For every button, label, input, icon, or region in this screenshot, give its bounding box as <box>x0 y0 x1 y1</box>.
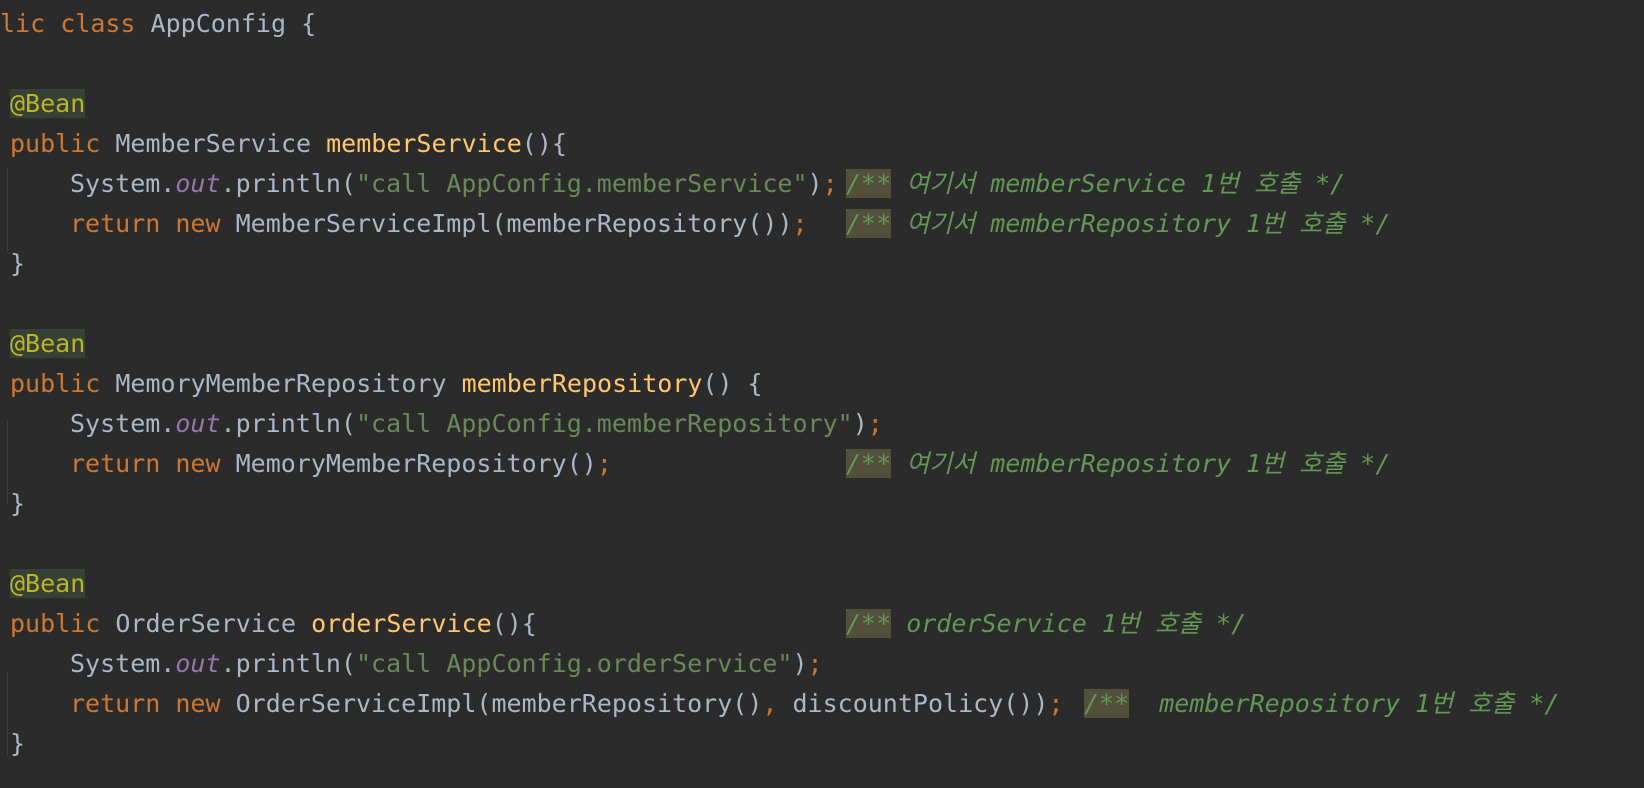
semicolon: ; <box>822 169 838 198</box>
semicolon: ; <box>867 409 883 438</box>
code-line-annotation[interactable]: @Bean <box>10 563 86 605</box>
method-name: orderService <box>311 609 492 638</box>
indent-guide <box>7 672 8 756</box>
paren: ) <box>807 169 823 198</box>
system-ref: System. <box>70 169 176 198</box>
keyword: new <box>175 689 221 718</box>
keyword: return <box>70 689 161 718</box>
method-name: memberService <box>326 129 522 158</box>
code-line-comment[interactable]: /** 여기서 memberService 1번 호출 */ <box>846 163 1345 205</box>
string-literal: "call AppConfig.memberService" <box>355 169 808 198</box>
keyword: public <box>10 129 101 158</box>
expression: MemberServiceImpl(memberRepository()) <box>235 209 793 238</box>
type-name: MemoryMemberRepository <box>115 369 447 398</box>
system-ref: System. <box>70 649 176 678</box>
expression: MemoryMemberRepository() <box>235 449 597 478</box>
annotation: @Bean <box>10 89 86 118</box>
static-field: out <box>175 169 221 198</box>
comment-text: 여기서 memberRepository 1번 호출 */ <box>891 209 1391 238</box>
static-field: out <box>175 409 221 438</box>
expression: discountPolicy()) <box>777 689 1049 718</box>
paren: ) <box>852 409 868 438</box>
comment-text: orderService 1번 호출 */ <box>891 609 1247 638</box>
annotation: @Bean <box>10 329 86 358</box>
paren-brace: (){ <box>521 129 567 158</box>
keyword: new <box>175 209 221 238</box>
keyword: lic <box>0 9 46 38</box>
static-field: out <box>175 649 221 678</box>
code-line-method-signature[interactable]: public OrderService orderService(){ <box>10 603 537 645</box>
code-line-println[interactable]: System.out.println("call AppConfig.membe… <box>70 403 883 445</box>
code-line-comment[interactable]: /** 여기서 memberRepository 1번 호출 */ <box>846 443 1390 485</box>
class-name: AppConfig <box>150 9 287 38</box>
code-line-annotation[interactable]: @Bean <box>10 83 86 125</box>
code-line-close-brace[interactable]: } <box>10 723 25 765</box>
code-line-return[interactable]: return new OrderServiceImpl(memberReposi… <box>70 683 1063 725</box>
string-literal: "call AppConfig.orderService" <box>355 649 793 678</box>
brace: } <box>10 729 26 758</box>
comment-text: 여기서 memberRepository 1번 호출 */ <box>891 449 1391 478</box>
semicolon: ; <box>1048 689 1064 718</box>
expression: OrderServiceImpl(memberRepository() <box>235 689 763 718</box>
system-ref: System. <box>70 409 176 438</box>
method-call: .println( <box>220 169 356 198</box>
indent-guide <box>7 420 8 504</box>
semicolon: ; <box>596 449 612 478</box>
code-line-println[interactable]: System.out.println("call AppConfig.order… <box>70 643 823 685</box>
code-line-close-brace[interactable]: } <box>10 483 25 525</box>
paren-brace: () { <box>702 369 763 398</box>
type-name: OrderService <box>115 609 296 638</box>
keyword: return <box>70 449 161 478</box>
code-line-comment[interactable]: /** 여기서 memberRepository 1번 호출 */ <box>846 203 1390 245</box>
brace: { <box>301 9 317 38</box>
indent-guide <box>7 168 8 252</box>
keyword: new <box>175 449 221 478</box>
code-editor[interactable]: lic class AppConfig { @Bean public Membe… <box>0 0 1644 788</box>
semicolon: ; <box>807 649 823 678</box>
keyword: public <box>10 369 101 398</box>
comma: , <box>762 689 778 718</box>
code-line-return[interactable]: return new MemoryMemberRepository(); <box>70 443 612 485</box>
code-line-class-header[interactable]: lic class AppConfig { <box>0 3 316 45</box>
keyword: class <box>60 9 136 38</box>
code-line-method-signature[interactable]: public MemberService memberService(){ <box>10 123 567 165</box>
brace: } <box>10 489 26 518</box>
keyword: return <box>70 209 161 238</box>
method-name: memberRepository <box>461 369 703 398</box>
code-line-method-signature[interactable]: public MemoryMemberRepository memberRepo… <box>10 363 763 405</box>
paren-brace: (){ <box>491 609 537 638</box>
code-line-close-brace[interactable]: } <box>10 243 25 285</box>
annotation: @Bean <box>10 569 86 598</box>
comment-start: /** <box>1084 689 1130 718</box>
method-call: .println( <box>220 409 356 438</box>
paren: ) <box>792 649 808 678</box>
code-line-println[interactable]: System.out.println("call AppConfig.membe… <box>70 163 838 205</box>
keyword: public <box>10 609 101 638</box>
string-literal: "call AppConfig.memberRepository" <box>355 409 853 438</box>
semicolon: ; <box>792 209 808 238</box>
comment-text: memberRepository 1번 호출 */ <box>1129 689 1560 718</box>
comment-text: 여기서 memberService 1번 호출 */ <box>891 169 1346 198</box>
comment-start: /** <box>846 609 892 638</box>
brace: } <box>10 249 26 278</box>
comment-start: /** <box>846 449 892 478</box>
comment-start: /** <box>846 209 892 238</box>
code-line-comment[interactable]: /** memberRepository 1번 호출 */ <box>1084 683 1559 725</box>
code-line-comment[interactable]: /** orderService 1번 호출 */ <box>846 603 1246 645</box>
type-name: MemberService <box>115 129 312 158</box>
method-call: .println( <box>220 649 356 678</box>
code-line-return[interactable]: return new MemberServiceImpl(memberRepos… <box>70 203 808 245</box>
code-line-annotation[interactable]: @Bean <box>10 323 86 365</box>
comment-start: /** <box>846 169 892 198</box>
